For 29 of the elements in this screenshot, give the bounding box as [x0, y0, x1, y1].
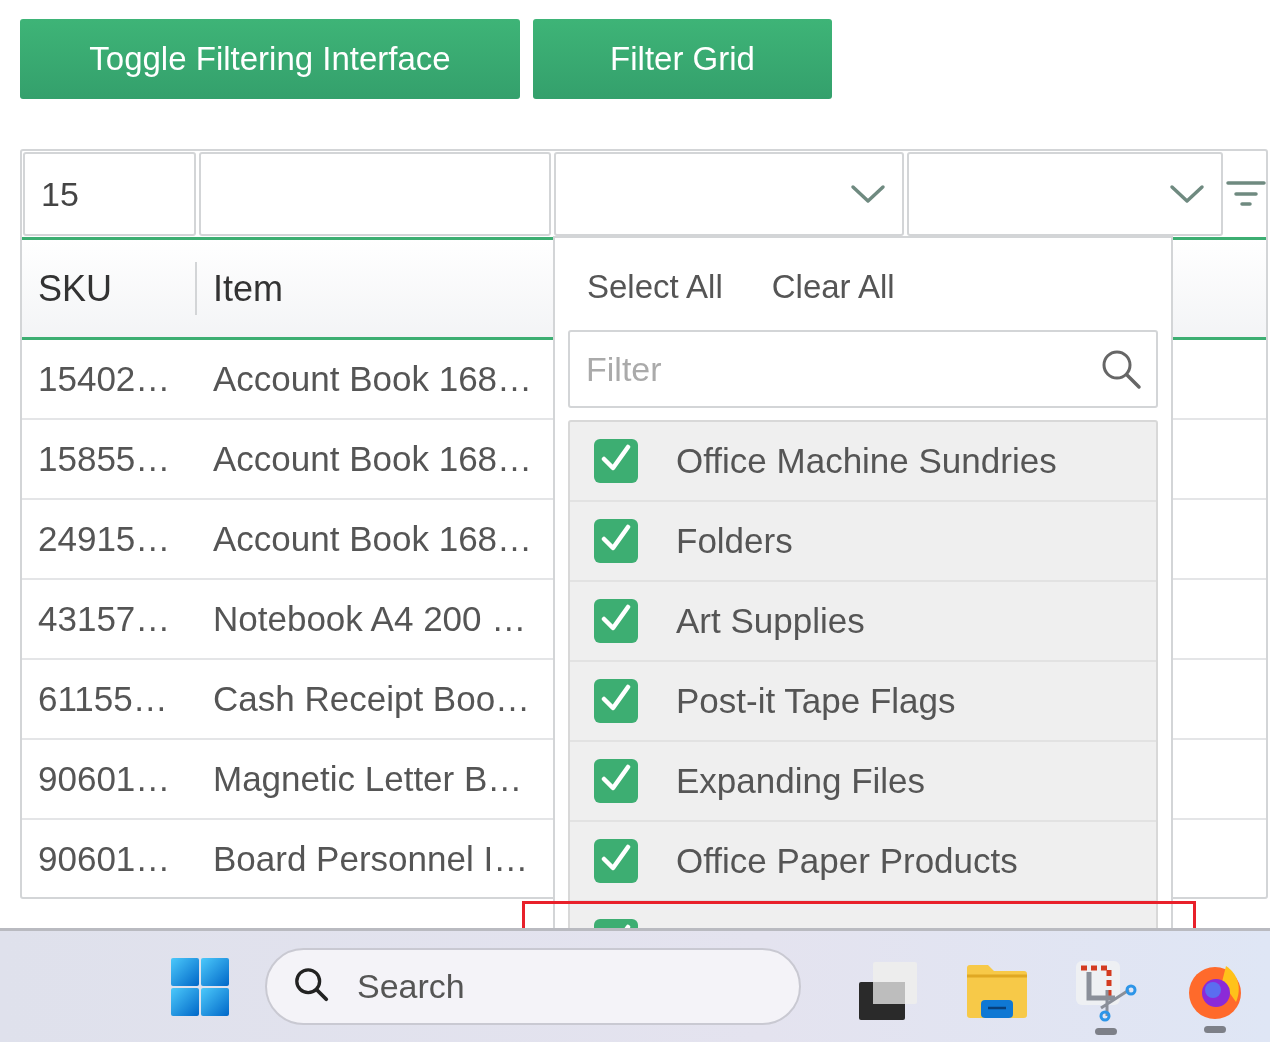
table-cell-text: Notebook A4 200 … [212, 598, 528, 640]
table-cell-text: Magnetic Letter B… [212, 758, 524, 800]
option-label: Folders [676, 521, 793, 561]
table-cell-text: Board Personnel I… [212, 838, 530, 880]
filter-search-field[interactable]: Filter [568, 330, 1158, 408]
search-input[interactable]: Search [355, 966, 659, 1007]
table-cell-text: Account Book 168… [212, 518, 534, 560]
option-label: Office Machine Sundries [676, 441, 1057, 481]
table-cell-text: 15855… [37, 438, 172, 480]
clear-all-link[interactable]: Clear All [771, 268, 895, 330]
table-cell-text: Account Book 168… [212, 438, 534, 480]
column-header[interactable]: SKU [22, 240, 195, 337]
option-label: Art Supplies [676, 601, 865, 641]
table-cell-text: Cash Receipt Boo… [212, 678, 532, 720]
table-cell-text: 61155… [37, 678, 169, 720]
option-label: Office Paper Products [676, 841, 1018, 881]
taskbar-search-field[interactable]: Search [265, 948, 801, 1025]
sku-filter-field[interactable]: 15 [23, 152, 196, 236]
column-header[interactable]: Item [195, 262, 551, 315]
table-cell-text: 90601… [37, 838, 172, 880]
table-cell-text: 90601… [37, 758, 172, 800]
select-all-link[interactable]: Select All [587, 268, 723, 330]
filter-input[interactable]: Filter [584, 348, 1100, 390]
table-cell-text: 15402… [37, 358, 172, 400]
table-cell-text: Account Book 168… [212, 358, 534, 400]
option-label: Post-it Tape Flags [676, 681, 956, 721]
option-label: Expanding Files [676, 761, 926, 801]
table-cell-text: 43157… [37, 598, 172, 640]
table-cell-text: 24915… [37, 518, 172, 560]
